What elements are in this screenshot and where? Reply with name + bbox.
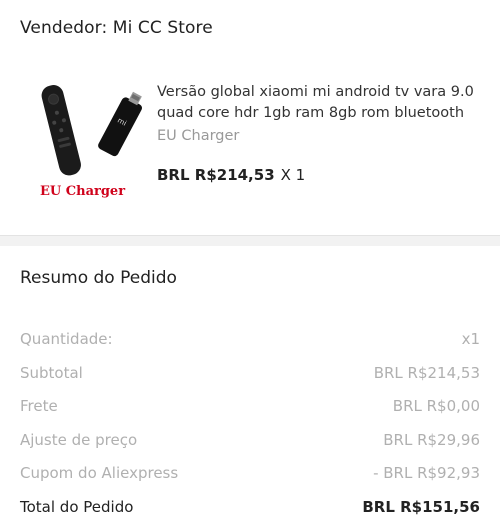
summary-row-total: Total do Pedido BRL R$151,56 <box>20 498 480 531</box>
product-card[interactable]: mi EU Charger Versão global xiaomi mi an… <box>20 66 480 206</box>
summary-value: BRL R$0,00 <box>392 397 480 415</box>
product-image-caption: EU Charger <box>40 184 126 199</box>
summary-label: Cupom do Aliexpress <box>20 464 179 482</box>
seller-name[interactable]: Vendedor: Mi CC Store <box>20 18 213 38</box>
product-price-line: BRL R$214,53 X 1 <box>157 166 305 184</box>
summary-row-shipping: Frete BRL R$0,00 <box>20 397 480 431</box>
section-divider <box>0 235 500 246</box>
summary-value: - BRL R$92,93 <box>373 464 480 482</box>
summary-row-quantity: Quantidade: x1 <box>20 330 480 364</box>
summary-value: BRL R$29,96 <box>383 430 480 449</box>
product-quantity: X 1 <box>280 166 306 184</box>
summary-value: x1 <box>461 330 480 348</box>
order-summary-title: Resumo do Pedido <box>20 268 177 288</box>
summary-label: Subtotal <box>20 363 83 382</box>
summary-value: BRL R$214,53 <box>373 363 480 382</box>
summary-row-price-adjustment: Ajuste de preço BRL R$29,96 <box>20 431 480 465</box>
product-title[interactable]: Versão global xiaomi mi android tv vara … <box>157 82 487 124</box>
total-label: Total do Pedido <box>20 497 134 516</box>
summary-row-subtotal: Subtotal BRL R$214,53 <box>20 364 480 398</box>
product-variant: EU Charger <box>157 128 240 144</box>
product-image[interactable]: mi EU Charger <box>32 74 154 204</box>
total-value: BRL R$151,56 <box>362 497 480 516</box>
summary-row-coupon: Cupom do Aliexpress - BRL R$92,93 <box>20 464 480 498</box>
product-price: BRL R$214,53 <box>157 166 275 184</box>
summary-label: Frete <box>20 397 58 415</box>
summary-label: Quantidade: <box>20 330 113 348</box>
order-summary-list: Quantidade: x1 Subtotal BRL R$214,53 Fre… <box>20 330 480 531</box>
tv-stick-product-image: mi <box>41 85 142 176</box>
summary-label: Ajuste de preço <box>20 430 138 449</box>
